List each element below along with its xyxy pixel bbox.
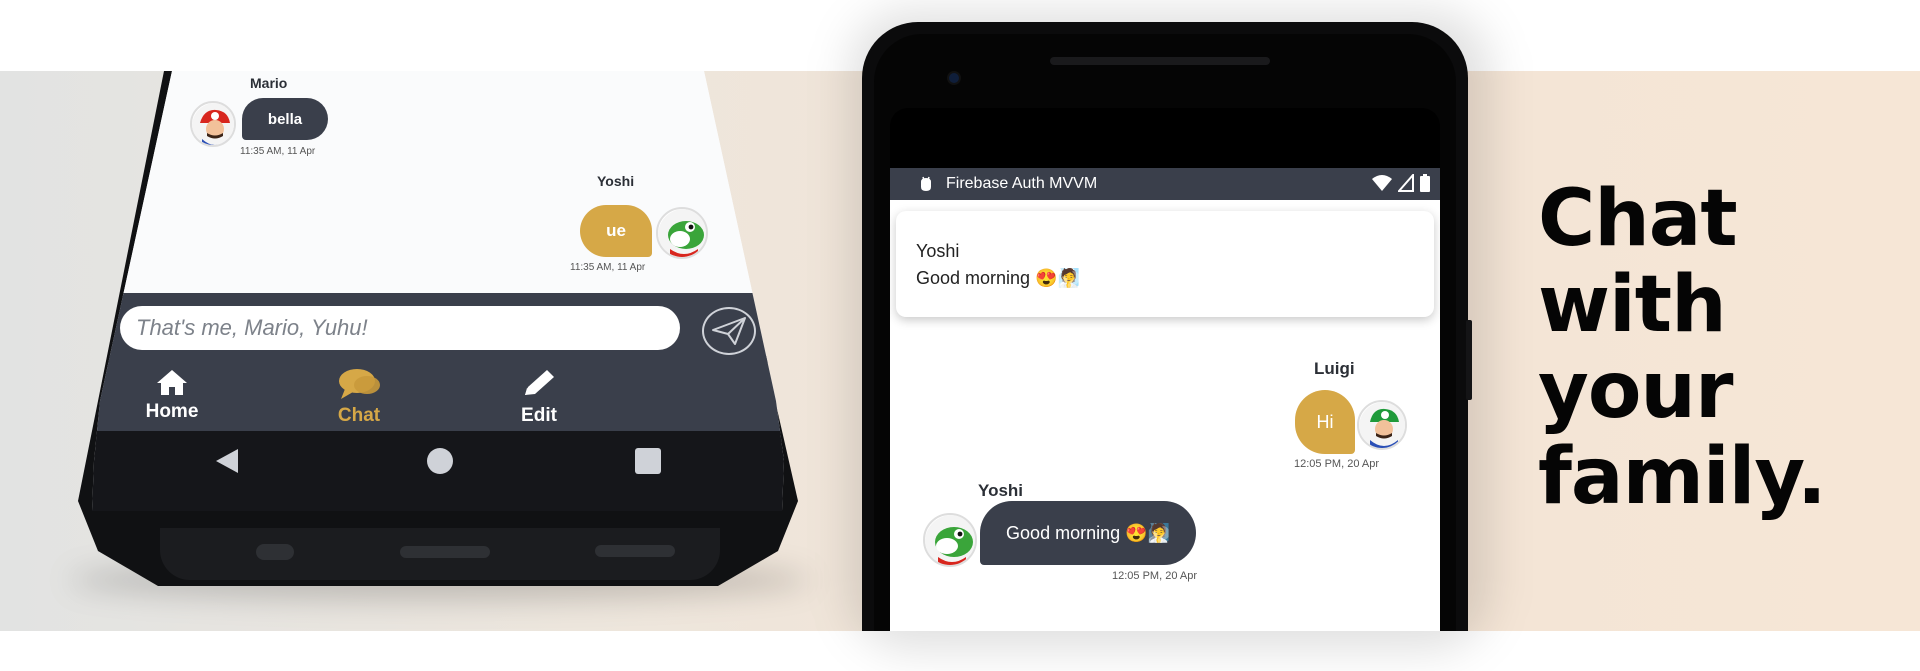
nav-label: Home	[145, 401, 199, 422]
message-bubble[interactable]: ue	[580, 205, 652, 257]
push-notification[interactable]: Yoshi Good morning 😍🧖	[896, 211, 1434, 317]
earpiece-speaker	[1050, 57, 1270, 65]
battery-icon	[1420, 174, 1430, 192]
luigi-avatar	[1357, 400, 1407, 450]
headline-line: your	[1538, 346, 1733, 436]
headphone-jack	[256, 544, 294, 560]
front-camera	[949, 73, 959, 83]
nav-label: Chat	[337, 405, 381, 426]
message-text: ue	[606, 221, 626, 240]
message-timestamp: 12:05 PM, 20 Apr	[1294, 458, 1379, 470]
pencil-icon	[525, 370, 554, 395]
notification-title: Yoshi	[916, 241, 960, 261]
yoshi-avatar	[656, 207, 708, 259]
system-nav-bar	[92, 431, 784, 511]
message-text: bella	[267, 110, 303, 128]
headline-line: Chat	[1538, 174, 1738, 264]
right-phone-screen: Luigi Hi 12:05 PM, 20 Apr Yoshi Good mor…	[890, 108, 1440, 631]
side-button	[1466, 320, 1472, 400]
back-icon[interactable]	[212, 446, 242, 476]
paper-plane-icon	[712, 317, 746, 345]
headline-line: with	[1538, 260, 1727, 350]
message-text: Hi	[1316, 411, 1334, 432]
message-bubble[interactable]: Good morning 😍🧖	[980, 501, 1196, 565]
nav-item-home[interactable]: Home	[127, 367, 217, 423]
yoshi-avatar	[923, 513, 977, 567]
usb-port	[400, 546, 490, 558]
chat-icon	[339, 369, 380, 399]
headline-line: family.	[1538, 432, 1827, 522]
send-button[interactable]	[702, 307, 756, 355]
message-timestamp: 11:35 AM, 11 Apr	[570, 262, 646, 273]
app-icon	[921, 176, 931, 191]
chat-area: Mario bella 11:35 AM, 11 Apr Yoshi ue 11…	[92, 71, 784, 296]
mario-avatar	[190, 101, 236, 147]
message-sender: Yoshi	[978, 481, 1024, 500]
nav-label: Edit	[521, 405, 557, 426]
message-input[interactable]: That's me, Mario, Yuhu!	[120, 306, 680, 350]
speaker-grille	[595, 545, 675, 557]
signal-icon	[1398, 174, 1414, 192]
message-bubble[interactable]: bella	[242, 98, 328, 140]
home-circle-icon[interactable]	[426, 447, 454, 475]
status-bar: Firebase Auth MVVM	[890, 168, 1440, 200]
message-timestamp: 11:35 AM, 11 Apr	[240, 146, 316, 157]
status-bar-title: Firebase Auth MVVM	[946, 175, 1098, 192]
message-sender: Mario	[250, 75, 288, 91]
notification-body: Good morning 😍🧖	[916, 268, 1080, 288]
recents-icon[interactable]	[634, 447, 662, 475]
promo-banner: Mario bella 11:35 AM, 11 Apr Yoshi ue 11…	[0, 0, 1920, 671]
message-text: Good morning 😍🧖	[1006, 522, 1170, 543]
message-bubble[interactable]: Hi	[1295, 390, 1355, 454]
left-phone-screen: Mario bella 11:35 AM, 11 Apr Yoshi ue 11…	[92, 71, 784, 511]
headline: Chat with your family.	[1538, 176, 1898, 520]
home-icon	[157, 370, 187, 395]
wifi-icon	[1372, 175, 1392, 191]
message-sender: Luigi	[1314, 359, 1355, 378]
left-phone-bottom-edge	[160, 528, 720, 580]
message-sender: Yoshi	[597, 173, 635, 189]
nav-item-edit[interactable]: Edit	[494, 367, 584, 427]
nav-item-chat[interactable]: Chat	[314, 367, 404, 427]
message-timestamp: 12:05 PM, 20 Apr	[1112, 570, 1197, 582]
